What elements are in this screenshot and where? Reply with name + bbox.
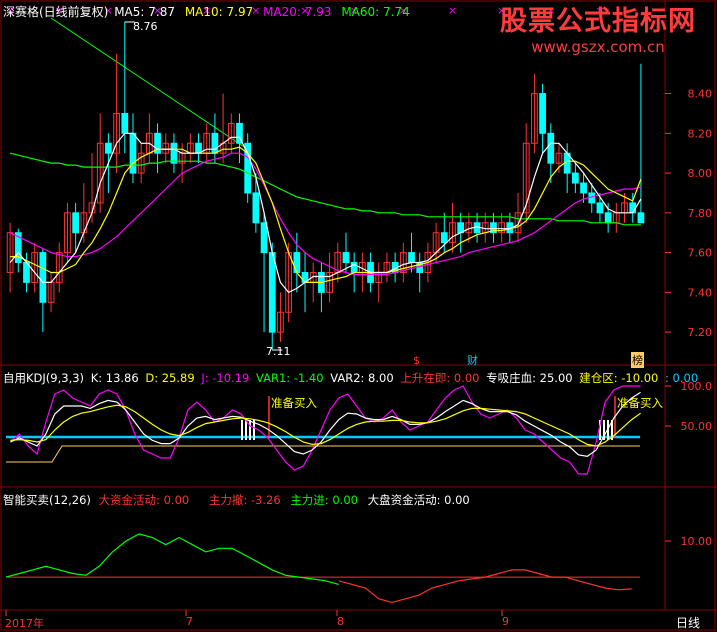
candle-body bbox=[252, 192, 260, 224]
period-label[interactable]: 日线 bbox=[676, 614, 700, 631]
price-tick-label: 8.40 bbox=[688, 88, 713, 101]
kdj-step-line bbox=[6, 445, 640, 463]
x-label-aug: 8 bbox=[337, 615, 344, 628]
kdj-panel: 100.050.00 bbox=[6, 380, 713, 475]
candle-body bbox=[268, 252, 276, 333]
candle-body bbox=[105, 142, 112, 154]
candle-body bbox=[408, 252, 415, 264]
stock-title: 深赛格(日线前复权) bbox=[3, 5, 109, 19]
kdj-j: J: -10.19 bbox=[201, 371, 250, 385]
candle-body bbox=[342, 252, 350, 264]
kdj-k-line bbox=[10, 391, 641, 458]
kdj-extra: : 0.00 bbox=[665, 371, 699, 385]
kdj-j-line bbox=[9, 385, 641, 475]
price-header: 深赛格(日线前复权) MA5: 7.87 MA10: 7.97 MA20: 7.… bbox=[3, 3, 410, 20]
candle-body bbox=[580, 182, 587, 194]
candle-body bbox=[121, 112, 129, 134]
price-tick-label: 7.80 bbox=[688, 207, 713, 220]
kdj-d: D: 25.89 bbox=[145, 371, 195, 385]
smart-header: 智能买卖(12,26) 大资金活动: 0.00 主力撤: -3.26 主力进: … bbox=[3, 492, 470, 508]
marker-dollar[interactable]: $ bbox=[413, 354, 420, 367]
kdj-rise: 上升在即: 0.00 bbox=[400, 371, 480, 385]
candle-body bbox=[293, 252, 301, 273]
candle-body bbox=[637, 212, 645, 224]
price-tick-label: 8.00 bbox=[688, 167, 713, 180]
chart-canvas: 8.408.208.007.807.607.407.20× × × × × × × × × × × ×… bbox=[0, 0, 717, 631]
smart-panel: 10.00 bbox=[5, 533, 713, 604]
candle-body bbox=[170, 142, 178, 164]
smart-tick-label: 10.00 bbox=[681, 535, 713, 548]
marker-rank[interactable]: 榜 bbox=[631, 352, 644, 368]
stock-chart-window: 8.40 8.20 8.00 7.80 7.60 7.40 7.20 × × × × × × × × × × × ×… bbox=[0, 0, 717, 632]
x-label-jul: 7 bbox=[186, 615, 193, 628]
candle-body bbox=[547, 132, 555, 164]
candle-body bbox=[129, 132, 137, 174]
candle-body bbox=[539, 93, 546, 134]
candle-body bbox=[440, 232, 448, 244]
candle-body bbox=[72, 212, 80, 234]
ma20-value: MA20: 7.93 bbox=[263, 5, 332, 19]
x-label-sep: 9 bbox=[502, 615, 509, 628]
kdj-name: 自用KDJ(9,3,3) bbox=[3, 371, 85, 385]
candle-body bbox=[571, 172, 579, 184]
candle-body bbox=[39, 252, 47, 303]
low-annotation: 7.11 bbox=[266, 345, 291, 358]
candle-body bbox=[211, 132, 219, 154]
panel-frames bbox=[0, 0, 717, 631]
price-tick-label: 7.40 bbox=[688, 286, 713, 299]
price-tick-label: 7.20 bbox=[688, 326, 713, 339]
high-annotation: 8.76 bbox=[133, 20, 158, 33]
kdj-var1: VAR1: -1.40 bbox=[255, 371, 324, 385]
smart-out: 主力撤: -3.26 bbox=[208, 493, 281, 507]
candle-body bbox=[604, 212, 612, 224]
kdj-var2: VAR2: 8.00 bbox=[330, 371, 394, 385]
kdj-header: 自用KDJ(9,3,3) K: 13.86 D: 25.89 J: -10.19… bbox=[3, 370, 698, 386]
watermark-title: 股票公式指标网 bbox=[500, 6, 696, 37]
ma60-line bbox=[9, 152, 641, 226]
smart-out-line bbox=[338, 569, 632, 604]
smart-in: 主力进: 0.00 bbox=[290, 493, 358, 507]
buy-signal-2: 准备买入 bbox=[617, 396, 663, 410]
kdj-tick-label: 50.00 bbox=[681, 420, 713, 433]
axes bbox=[5, 610, 503, 616]
buy-signal-1: 准备买入 bbox=[271, 396, 317, 410]
kdj-build: 建仓区: -10.00 bbox=[579, 371, 659, 385]
smart-market: 大盘资金活动: 0.00 bbox=[367, 493, 470, 507]
price-tick-label: 8.20 bbox=[688, 127, 713, 140]
watermark: 股票公式指标网 www.gszx.com.cn bbox=[483, 6, 713, 56]
kdj-d-line bbox=[10, 404, 641, 447]
price-tick-label: 7.60 bbox=[688, 247, 713, 260]
candle-body bbox=[260, 222, 268, 254]
kdj-absorb: 专吸庄血: 25.00 bbox=[486, 371, 573, 385]
kdj-k: K: 13.86 bbox=[90, 371, 139, 385]
candle-body bbox=[596, 202, 604, 214]
x-label-year: 2017年 bbox=[5, 617, 44, 630]
watermark-url: www.gszx.com.cn bbox=[531, 38, 665, 56]
smart-big: 大资金活动: 0.00 bbox=[98, 493, 190, 507]
top-marker: × bbox=[448, 4, 457, 17]
candle-body bbox=[629, 202, 637, 214]
ma5-line bbox=[9, 132, 642, 294]
ma10-value: MA10: 7.97 bbox=[184, 5, 254, 19]
smart-name: 智能买卖(12,26) bbox=[3, 493, 91, 507]
ma60-value: MA60: 7.74 bbox=[341, 5, 410, 19]
marker-finance[interactable]: 财 bbox=[467, 352, 478, 368]
candle-body bbox=[244, 142, 252, 194]
ma5-value: MA5: 7.87 bbox=[114, 5, 175, 19]
